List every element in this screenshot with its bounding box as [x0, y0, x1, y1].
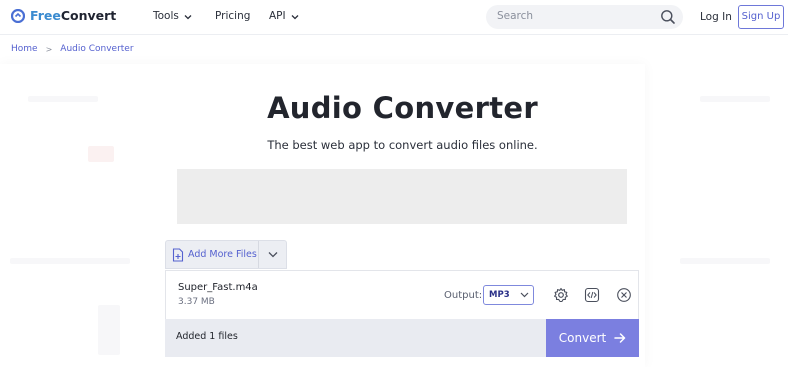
top-navbar: FreeConvert Tools Pricing API Search Log…	[0, 0, 788, 35]
search-icon[interactable]	[660, 9, 676, 25]
chevron-down-icon	[520, 292, 529, 298]
files-added-status: Added 1 files	[176, 331, 238, 342]
file-size: 3.37 MB	[178, 297, 215, 307]
file-add-icon	[172, 247, 184, 262]
background-decoration	[10, 258, 130, 264]
background-decoration	[680, 258, 770, 264]
nav-tools[interactable]: Tools	[153, 10, 192, 23]
ad-placeholder	[177, 169, 627, 224]
add-more-files-group: Add More Files	[165, 240, 287, 269]
chevron-down-icon	[291, 14, 299, 19]
chevron-down-icon	[184, 14, 192, 19]
logo[interactable]: FreeConvert	[11, 9, 116, 23]
convert-bar: Added 1 files Convert	[165, 319, 639, 357]
add-files-dropdown-button[interactable]	[259, 241, 286, 268]
remove-file-button[interactable]	[616, 287, 632, 303]
convert-label: Convert	[558, 331, 607, 345]
gear-icon	[554, 287, 568, 303]
settings-button[interactable]	[553, 287, 569, 303]
search-bar[interactable]: Search	[486, 5, 683, 29]
background-decoration	[98, 305, 120, 355]
nav-tools-label: Tools	[153, 10, 179, 22]
file-name: Super_Fast.m4a	[178, 282, 258, 293]
output-format-value: MP3	[489, 290, 510, 300]
chevron-down-icon	[268, 252, 277, 258]
nav-api-label: API	[269, 10, 286, 22]
code-icon	[584, 287, 600, 303]
arrow-right-icon	[614, 333, 626, 343]
embed-code-button[interactable]	[584, 287, 600, 303]
breadcrumb: Home > Audio Converter	[11, 44, 134, 55]
logo-icon	[11, 9, 25, 23]
add-more-files-label: Add More Files	[188, 249, 257, 260]
nav-pricing-label: Pricing	[215, 10, 251, 22]
file-list-item: Super_Fast.m4a 3.37 MB Output: MP3	[165, 270, 639, 320]
output-label: Output:	[444, 290, 483, 301]
output-format-select[interactable]: MP3	[483, 285, 534, 305]
nav-api[interactable]: API	[269, 10, 299, 23]
login-link[interactable]: Log In	[700, 11, 732, 24]
page-subtitle: The best web app to convert audio files …	[267, 138, 538, 152]
signup-button[interactable]: Sign Up	[738, 5, 784, 29]
logo-text: FreeConvert	[30, 8, 117, 23]
breadcrumb-current[interactable]: Audio Converter	[60, 44, 133, 55]
close-icon	[617, 288, 631, 302]
breadcrumb-home[interactable]: Home	[11, 44, 38, 55]
nav-pricing[interactable]: Pricing	[215, 10, 250, 23]
search-input[interactable]: Search	[497, 10, 533, 23]
breadcrumb-separator: >	[45, 45, 53, 54]
page-title: Audio Converter	[267, 91, 538, 125]
convert-button[interactable]: Convert	[546, 319, 639, 357]
add-more-files-button[interactable]: Add More Files	[166, 241, 258, 268]
